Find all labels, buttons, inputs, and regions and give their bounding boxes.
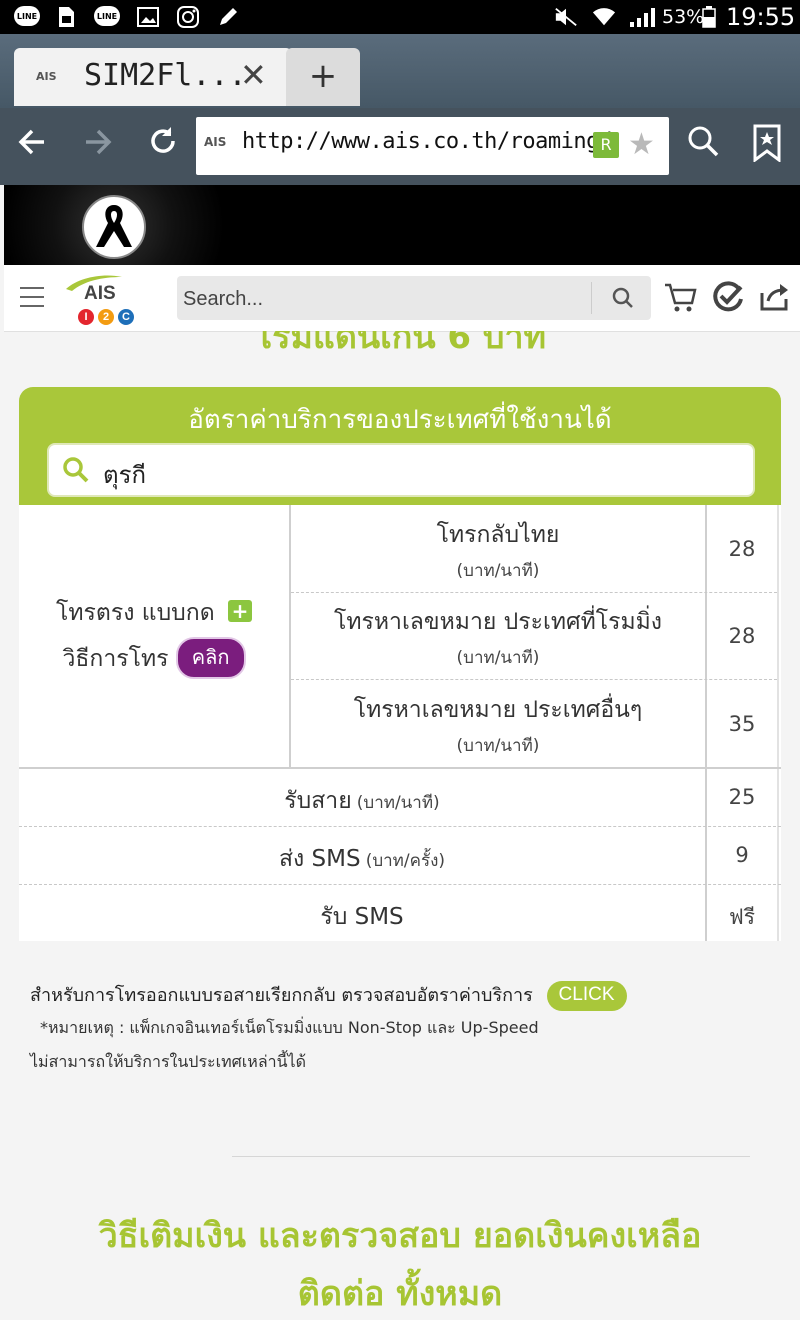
clock: 19:55	[726, 3, 796, 31]
remark-note: *หมายเหตุ : แพ็กเกจอินเทอร์เน็ตโรมมิ่งแบ…	[40, 1018, 539, 1037]
rate-row-label: รับสาย (บาท/นาที)	[19, 783, 705, 819]
rate-card-header: อัตราค่าบริการของประเทศที่ใช้งานได้ ตุรก…	[19, 387, 781, 505]
call-method-label: วิธีการโทร	[62, 646, 169, 672]
pencil-icon	[216, 6, 240, 28]
signal-icon	[628, 6, 658, 28]
call-method-click-button[interactable]: คลิก	[175, 637, 246, 679]
magnifier-icon	[61, 455, 91, 485]
battery-icon	[700, 6, 718, 28]
browser-tab[interactable]: AIS SIM2Fl... ✕	[14, 48, 292, 106]
rate-row-label: โทรหาเลขหมาย ประเทศที่โรมมิ่ง (บาท/นาที)	[291, 604, 705, 671]
rate-unit: (บาท/นาที)	[356, 793, 440, 813]
site-search	[177, 276, 651, 320]
section-divider	[232, 1156, 750, 1157]
black-ribbon-icon	[82, 195, 146, 259]
rate-label: โทรกลับไทย	[436, 522, 560, 548]
plus-button[interactable]: +	[227, 600, 252, 622]
callback-note: สำหรับการโทรออกแบบรอสายเรียกกลับ ตรวจสอบ…	[30, 980, 627, 1011]
row-separator	[19, 884, 781, 885]
rate-row-label: ส่ง SMS (บาท/ครั้ง)	[19, 841, 705, 877]
gallery-icon	[136, 6, 160, 28]
call-method-cell: วิธีการโทร คลิก	[19, 637, 289, 679]
rate-row-label: โทรกลับไทย (บาท/นาที)	[291, 517, 705, 584]
rate-unit: (บาท/นาที)	[456, 561, 540, 581]
search-input[interactable]	[181, 284, 585, 314]
rate-unit: (บาท/นาที)	[456, 648, 540, 668]
rate-row-label: รับ SMS	[19, 899, 705, 935]
call-direct-label: โทรตรง แบบกด	[56, 600, 215, 626]
remark-note-continued: ไม่สามารถให้บริการในประเทศเหล่านี้ได้	[30, 1052, 306, 1071]
rate-label: รับ SMS	[320, 904, 404, 930]
line-icon: LINE	[14, 6, 40, 26]
rate-unit: (บาท/นาที)	[456, 736, 540, 756]
cart-icon[interactable]	[662, 279, 698, 315]
mute-icon	[554, 6, 578, 28]
site-header: AIS I 2 C	[4, 265, 800, 332]
topup-subheading: ติดต่อ ทั้งหมด	[297, 1274, 503, 1314]
check-circle-icon[interactable]	[710, 279, 746, 315]
rate-unit: (บาท/ครั้ง)	[365, 851, 446, 871]
rate-label: รับสาย	[284, 788, 352, 814]
logo-text: AIS	[84, 283, 116, 304]
logo-dot-c: C	[118, 309, 134, 325]
battery-percent: 53%	[662, 6, 705, 28]
line-icon: LINE	[94, 6, 120, 26]
reader-mode-icon[interactable]: R	[593, 132, 619, 158]
rate-value: 25	[728, 785, 756, 809]
search-icon[interactable]	[686, 124, 720, 167]
bookmark-star-icon[interactable]: ★	[628, 127, 655, 162]
country-search-field[interactable]: ตุรกี	[47, 443, 755, 497]
callback-note-text: สำหรับการโทรออกแบบรอสายเรียกกลับ ตรวจสอบ…	[30, 985, 533, 1006]
ais-logo[interactable]: AIS I 2 C	[62, 273, 142, 325]
callback-rates-click-button[interactable]: CLICK	[546, 981, 627, 1011]
rate-value: 9	[735, 843, 749, 867]
rate-value: 35	[728, 712, 756, 736]
section-heading-partial: โรมแดนเกิน 6 บาท	[0, 331, 800, 355]
rate-value: 28	[728, 624, 756, 648]
instagram-icon	[176, 6, 200, 28]
topup-heading: วิธีเติมเงิน และตรวจสอบ ยอดเงินคงเหลือ	[98, 1216, 702, 1256]
status-bar: LINE LINE 53% 19:55	[0, 0, 800, 34]
tab-title: SIM2Fl...	[84, 58, 247, 93]
forward-arrow-icon[interactable]	[80, 124, 116, 169]
logo-dot-i: I	[78, 309, 94, 325]
search-button[interactable]	[605, 282, 641, 314]
url-favicon: AIS	[204, 135, 227, 149]
mourning-banner	[4, 185, 800, 265]
call-direct-cell: โทรตรง แบบกด +	[19, 595, 289, 631]
menu-icon[interactable]	[20, 287, 44, 307]
search-divider	[591, 282, 592, 314]
url-text[interactable]: http://www.ais.co.th/roaming/	[242, 129, 612, 154]
share-icon[interactable]	[756, 279, 792, 315]
country-value[interactable]: ตุรกี	[103, 455, 146, 494]
url-bar[interactable]: AIS http://www.ais.co.th/roaming/ R ★	[196, 117, 669, 175]
sim-icon	[54, 6, 78, 28]
row-separator	[291, 592, 777, 593]
rate-label: ส่ง SMS	[278, 846, 361, 872]
tab-strip: AIS SIM2Fl... ✕ +	[0, 34, 800, 108]
logo-dot-2: 2	[98, 309, 114, 325]
table-divider	[777, 505, 779, 941]
rate-row-label: โทรหาเลขหมาย ประเทศอื่นๆ (บาท/นาที)	[291, 692, 705, 759]
row-separator	[19, 826, 781, 827]
rate-label: โทรหาเลขหมาย ประเทศอื่นๆ	[353, 697, 643, 723]
section-separator	[19, 767, 781, 769]
browser-toolbar: AIS http://www.ais.co.th/roaming/ R ★	[0, 108, 800, 185]
bookmarks-icon[interactable]	[752, 124, 782, 171]
tab-close-icon[interactable]: ✕	[240, 56, 267, 94]
new-tab-button[interactable]: +	[286, 48, 360, 106]
wifi-icon	[592, 6, 616, 28]
rate-label: โทรหาเลขหมาย ประเทศที่โรมมิ่ง	[334, 609, 662, 635]
rate-card-title: อัตราค่าบริการของประเทศที่ใช้งานได้	[188, 405, 612, 435]
tab-favicon: AIS	[36, 70, 57, 83]
row-separator	[291, 679, 777, 680]
rate-value: ฟรี	[728, 905, 756, 929]
section-heading-text: โรมแดนเกิน 6 บาท	[253, 331, 547, 355]
reload-icon[interactable]	[146, 124, 180, 167]
rate-card: อัตราค่าบริการของประเทศที่ใช้งานได้ ตุรก…	[19, 387, 781, 941]
rate-value: 28	[728, 537, 756, 561]
back-arrow-icon[interactable]	[14, 124, 50, 169]
